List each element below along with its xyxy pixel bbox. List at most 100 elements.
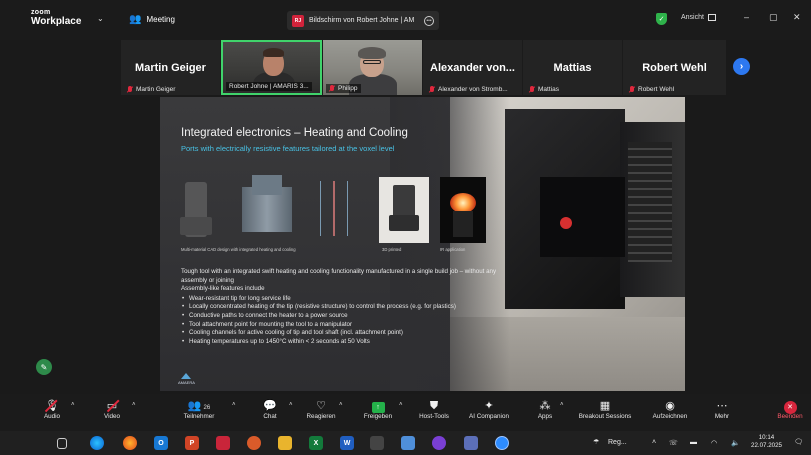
- ai-companion-label: AI Companion: [469, 413, 509, 420]
- slide-bullet: Cooling channels for active cooling of t…: [181, 329, 511, 338]
- pdf-reader-icon[interactable]: [216, 436, 230, 450]
- shield-icon: ⛊: [429, 400, 439, 412]
- end-label: Beenden: [777, 413, 803, 420]
- app-purple-icon[interactable]: [432, 436, 446, 450]
- mic-muted-icon: [127, 86, 133, 93]
- ir-glow-image: [440, 177, 486, 243]
- app-orange-icon[interactable]: [247, 436, 261, 450]
- screen-share-indicator[interactable]: RJ Bildschirm von Robert Johne | AM •••: [287, 11, 439, 30]
- brand-bottom: Workplace: [31, 16, 82, 27]
- host-tools-label: Host-Tools: [419, 413, 449, 420]
- windows-start-icon[interactable]: [29, 438, 40, 449]
- share-title: Bildschirm von Robert Johne | AM: [309, 17, 415, 24]
- clock-time: 10:14: [758, 434, 775, 441]
- sparkle-icon: ✦: [484, 400, 494, 412]
- minimize-button[interactable]: –: [744, 12, 749, 22]
- logo-triangle-icon: [181, 373, 192, 379]
- excel-icon[interactable]: X: [309, 436, 323, 450]
- participant-label: Martin Geiger: [127, 86, 175, 93]
- view-button[interactable]: Ansicht: [681, 14, 716, 21]
- share-label: Freigeben: [363, 413, 393, 420]
- system-clock[interactable]: 10:14 22.07.2025: [751, 434, 782, 450]
- volume-icon[interactable]: 🔈: [731, 439, 740, 447]
- task-view-icon[interactable]: [57, 438, 67, 449]
- participant-tile[interactable]: Mattias Mattias: [523, 40, 622, 95]
- shield-check-icon[interactable]: ✓: [656, 13, 667, 25]
- teams-icon[interactable]: [464, 436, 478, 450]
- video-button[interactable]: ▭ Video ˄: [94, 399, 136, 420]
- file-explorer-icon[interactable]: [278, 436, 292, 450]
- edge-icon[interactable]: [90, 436, 104, 450]
- react-label: Reagieren: [306, 413, 336, 420]
- chevron-down-icon[interactable]: ⌄: [97, 14, 104, 23]
- participant-name: Alexander von...: [430, 62, 515, 74]
- apps-button[interactable]: ⁂ Apps ˄: [533, 399, 564, 420]
- participant-tile[interactable]: Martin Geiger Martin Geiger: [121, 40, 220, 95]
- audio-label: Audio: [43, 413, 61, 420]
- wifi-icon[interactable]: ◠: [711, 439, 717, 447]
- host-tools-button[interactable]: ⛊ Host-Tools: [414, 399, 454, 420]
- close-window-button[interactable]: ✕: [793, 12, 801, 23]
- annotate-pencil-icon[interactable]: ✎: [36, 359, 52, 375]
- weather-icon[interactable]: ☂: [593, 438, 599, 446]
- app-blue-icon[interactable]: [401, 436, 415, 450]
- slide-lead-text: Tough tool with an integrated swift heat…: [181, 268, 497, 284]
- chevron-up-icon[interactable]: ˄: [132, 402, 136, 408]
- printed-part-image: [379, 177, 429, 243]
- participant-tile[interactable]: Philipp: [323, 40, 422, 95]
- powerpoint-icon[interactable]: P: [185, 436, 199, 450]
- app-icon[interactable]: [370, 436, 384, 450]
- chevron-up-icon[interactable]: ˄: [339, 402, 343, 408]
- meeting-toolbar: 🎙 Audio ˄ ▭ Video ˄ 👥 26 Teilnehmer ˄ 💬 C…: [0, 394, 811, 431]
- react-button[interactable]: ♡ Reagieren ˄: [301, 399, 343, 420]
- participant-label-text: Alexander von Stromb...: [438, 86, 508, 93]
- participant-strip: Martin Geiger Martin Geiger Robert Johne…: [121, 40, 726, 95]
- participant-label: Mattias: [529, 86, 559, 93]
- breakout-sessions-button[interactable]: ▦ Breakout Sessions: [573, 399, 637, 420]
- participant-tile[interactable]: Alexander von... Alexander von Stromb...: [423, 40, 522, 95]
- brand-top: zoom: [31, 9, 51, 16]
- tray-app-icon[interactable]: ☏: [669, 439, 678, 447]
- more-options-icon[interactable]: •••: [424, 15, 434, 26]
- meeting-info[interactable]: 👥 Meeting: [129, 14, 175, 25]
- more-button[interactable]: ⋯ Mehr: [709, 399, 735, 420]
- participants-button[interactable]: 👥 26 Teilnehmer ˄: [176, 399, 236, 420]
- firefox-icon[interactable]: [123, 436, 137, 450]
- maximize-button[interactable]: ▢: [769, 12, 778, 23]
- participant-tile[interactable]: Robert Wehl Robert Wehl: [623, 40, 726, 95]
- chevron-up-icon[interactable]: ˄: [232, 402, 236, 408]
- chevron-up-icon[interactable]: ˄: [71, 402, 75, 408]
- word-icon[interactable]: W: [340, 436, 354, 450]
- end-meeting-button[interactable]: ✕ Beenden: [772, 399, 808, 420]
- participant-label: Robert Johne | AMARIS 3...: [226, 82, 312, 91]
- tray-expand-icon[interactable]: ˄: [652, 439, 656, 446]
- record-button[interactable]: ◉ Aufzeichnen: [647, 399, 693, 420]
- tray-display-icon[interactable]: ▬: [690, 439, 697, 446]
- next-participants-button[interactable]: ›: [733, 58, 750, 75]
- zoom-logo[interactable]: zoom Workplace: [31, 9, 81, 27]
- participant-label: Alexander von Stromb...: [429, 86, 508, 93]
- slide-list-title: Assembly-like features include: [181, 285, 265, 293]
- notification-icon[interactable]: 🗨: [794, 438, 803, 446]
- participant-tile-active-speaker[interactable]: Robert Johne | AMARIS 3...: [221, 40, 322, 95]
- ai-companion-button[interactable]: ✦ AI Companion: [462, 399, 516, 420]
- participant-label-text: Martin Geiger: [136, 86, 176, 93]
- camera-off-icon: ▭: [106, 400, 118, 412]
- outlook-icon[interactable]: O: [154, 436, 168, 450]
- participants-label: Teilnehmer: [183, 413, 215, 420]
- logo-text: AMAERA: [178, 380, 195, 385]
- slide-bullet-list: Wear-resistant tip for long service life…: [181, 295, 511, 347]
- weather-text[interactable]: Reg...: [608, 439, 627, 446]
- slide-body: Tough tool with an integrated swift heat…: [181, 268, 511, 346]
- caption-cad: Multi-material CAD design with integrate…: [181, 247, 296, 252]
- share-button[interactable]: ↑ Freigeben ˄: [360, 399, 403, 420]
- chevron-up-icon[interactable]: ˄: [399, 402, 403, 408]
- audio-button[interactable]: 🎙 Audio ˄: [34, 399, 75, 420]
- apps-icon: ⁂: [539, 400, 551, 412]
- slide-subtitle: Ports with electrically resistive featur…: [181, 144, 395, 153]
- chevron-up-icon[interactable]: ˄: [289, 402, 293, 408]
- chevron-up-icon[interactable]: ˄: [560, 402, 564, 408]
- zoom-taskbar-icon[interactable]: [495, 436, 509, 450]
- participants-count: 26: [203, 405, 211, 411]
- chat-button[interactable]: 💬 Chat ˄: [255, 399, 292, 420]
